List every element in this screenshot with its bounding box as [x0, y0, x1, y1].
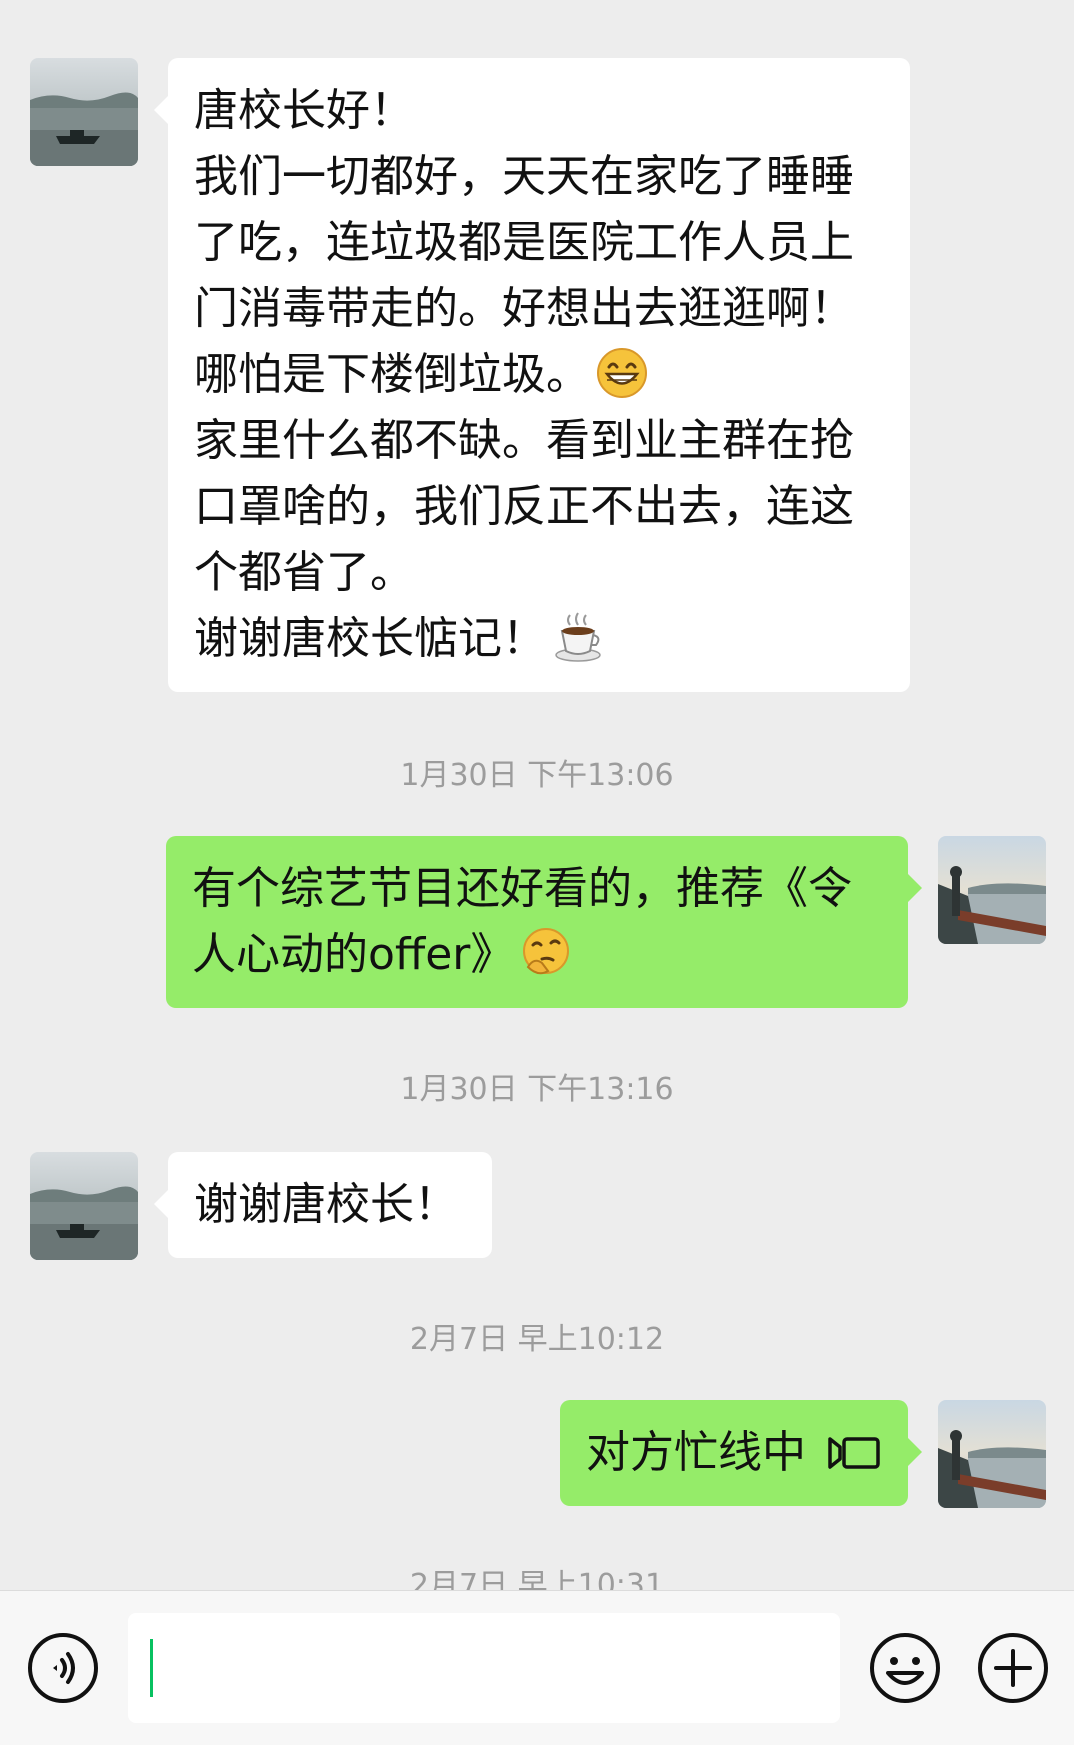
- message-text: 哪怕是下楼倒垃圾。: [194, 349, 590, 400]
- message-text: 人心动的offer》: [192, 929, 515, 980]
- message-line: 唐校长好！: [194, 85, 414, 136]
- plus-icon: [978, 1633, 1048, 1703]
- grinning-emoji: [597, 348, 647, 398]
- message-text: 谢谢唐校长惦记！: [194, 613, 546, 664]
- message-input[interactable]: [128, 1613, 840, 1723]
- emoji-face-icon: [870, 1633, 940, 1703]
- message-line: 谢谢唐校长！: [194, 1179, 458, 1230]
- thinking-emoji: [523, 928, 570, 975]
- message-line-with-icon: 对方忙线中: [586, 1420, 882, 1486]
- voice-icon: [28, 1633, 98, 1703]
- message-line: 有个综艺节目还好看的，推荐《令: [192, 863, 852, 914]
- timestamp: 1月30日 下午13:16: [400, 1072, 674, 1107]
- voice-button[interactable]: [26, 1631, 100, 1705]
- lakeside-photo-image: [938, 836, 1046, 944]
- chat-area[interactable]: 唐校长好！ 我们一切都好，天天在家吃了睡睡 了吃，连垃圾都是医院工作人员上 门消…: [0, 0, 1074, 1590]
- message-bubble-incoming[interactable]: 唐校长好！ 我们一切都好，天天在家吃了睡睡 了吃，连垃圾都是医院工作人员上 门消…: [154, 58, 910, 692]
- contact-avatar[interactable]: [30, 1152, 138, 1260]
- video-call-icon: [828, 1437, 880, 1469]
- message-line: 家里什么都不缺。看到业主群在抢: [194, 415, 854, 466]
- lakeside-photo-image: [938, 1400, 1046, 1508]
- message-line: 个都省了。: [194, 547, 414, 598]
- message-line: 口罩啥的，我们反正不出去，连这: [194, 481, 854, 532]
- timestamp: 2月7日 早上10:12: [409, 1322, 665, 1357]
- call-status-bubble[interactable]: 对方忙线中: [560, 1400, 922, 1506]
- message-line-with-emoji: 人心动的offer》: [192, 922, 882, 988]
- coffee-emoji: [555, 612, 601, 662]
- more-button[interactable]: [976, 1631, 1050, 1705]
- message-bubble-incoming[interactable]: 谢谢唐校长！: [154, 1152, 492, 1258]
- contact-avatar[interactable]: [30, 58, 138, 166]
- timestamp: 1月30日 下午13:06: [400, 758, 674, 793]
- message-line-with-emoji: 哪怕是下楼倒垃圾。: [194, 342, 884, 408]
- input-bar: [0, 1590, 1074, 1745]
- my-avatar[interactable]: [938, 836, 1046, 944]
- message-line-with-emoji: 谢谢唐校长惦记！: [194, 606, 884, 672]
- emoji-button[interactable]: [868, 1631, 942, 1705]
- my-avatar[interactable]: [938, 1400, 1046, 1508]
- message-line: 我们一切都好，天天在家吃了睡睡: [194, 151, 854, 202]
- lake-boat-image: [30, 1152, 138, 1260]
- text-caret: [150, 1639, 153, 1697]
- message-bubble-outgoing[interactable]: 有个综艺节目还好看的，推荐《令 人心动的offer》: [166, 836, 922, 1008]
- message-line: 了吃，连垃圾都是医院工作人员上: [194, 217, 854, 268]
- message-line: 门消毒带走的。好想出去逛逛啊！: [194, 283, 854, 334]
- lake-boat-image: [30, 58, 138, 166]
- call-status-text: 对方忙线中: [586, 1427, 806, 1478]
- timestamp: 2月7日 早上10:31: [409, 1568, 665, 1590]
